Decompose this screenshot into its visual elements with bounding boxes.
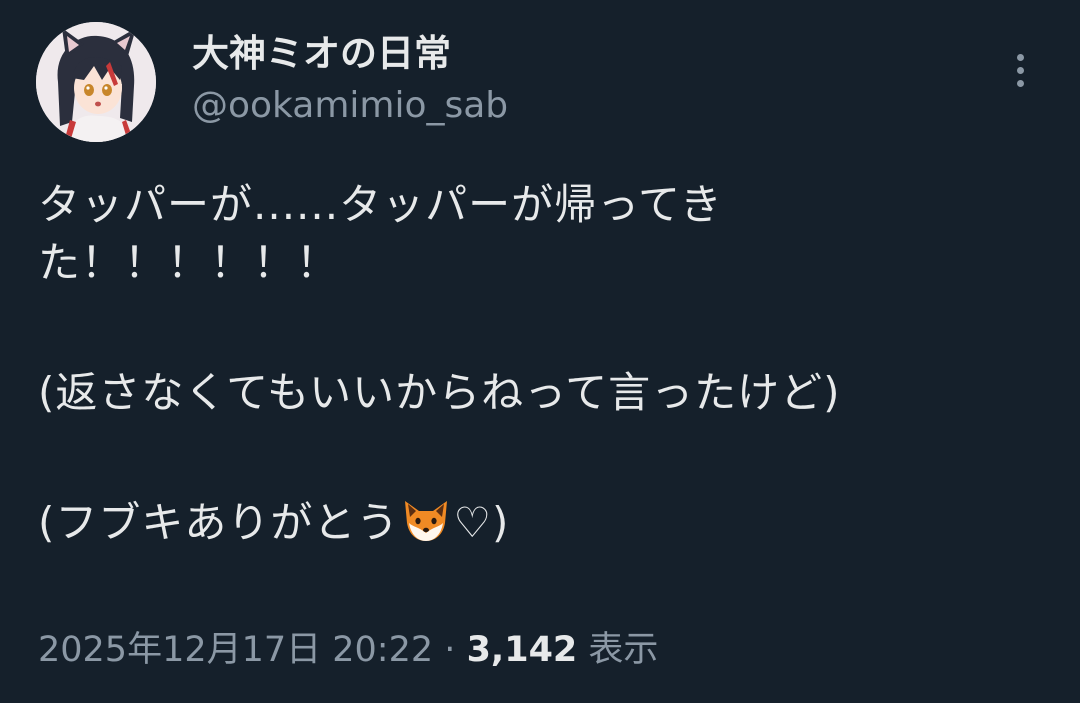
tweet-meta: 2025年12月17日 20:22 · 3,142 表示 xyxy=(38,626,658,674)
tweet-line-text: (フブキありがとう xyxy=(38,498,400,547)
views-label[interactable]: 表示 xyxy=(588,630,658,670)
more-vertical-icon xyxy=(1016,53,1024,61)
tweet-line: タッパーが......タッパーが帰ってき xyxy=(38,180,723,229)
fox-face-emoji xyxy=(399,497,453,543)
more-vertical-icon-dot xyxy=(1016,66,1024,74)
tweet-line: た！！！！！！ xyxy=(38,238,340,287)
views-count[interactable]: 3,142 xyxy=(467,630,578,670)
avatar[interactable] xyxy=(36,22,156,142)
tweet-text: タッパーが......タッパーが帰ってき た！！！！！！ (返さなくてもいいから… xyxy=(38,176,1018,552)
display-name[interactable]: 大神ミオの日常 xyxy=(192,30,451,78)
tweet-line: (返さなくてもいいからねって言ったけど) xyxy=(38,368,841,417)
meta-separator: · xyxy=(444,630,456,670)
tweet-line: (フブキありがとう ♡) xyxy=(38,494,1018,552)
avatar-image xyxy=(36,22,156,142)
more-options-button[interactable] xyxy=(1000,46,1040,94)
timestamp[interactable]: 2025年12月17日 20:22 xyxy=(38,630,433,670)
more-vertical-icon-dot xyxy=(1016,79,1024,87)
user-handle[interactable]: @ookamimio_sab xyxy=(192,82,508,130)
tweet-line-suffix: ♡) xyxy=(453,498,510,547)
